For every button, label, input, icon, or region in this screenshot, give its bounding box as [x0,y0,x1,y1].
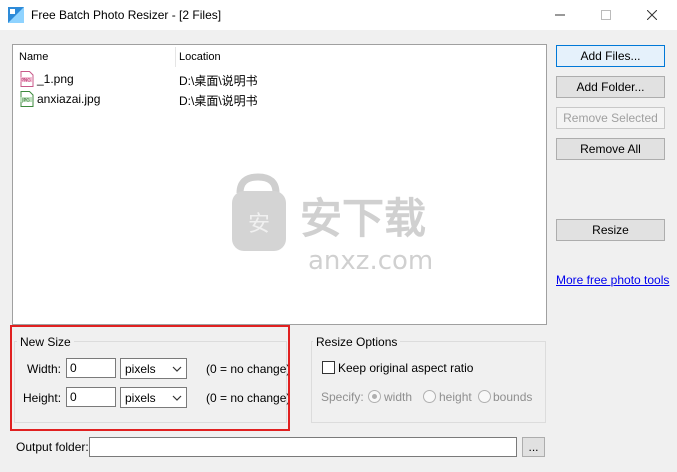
jpg-file-icon: JPG [20,91,34,107]
remove-all-button[interactable]: Remove All [556,138,665,160]
file-row[interactable]: PNG _1.png D:\桌面\说明书 [13,70,546,88]
window-title: Free Batch Photo Resizer - [2 Files] [31,8,222,22]
file-location: D:\桌面\说明书 [179,94,258,108]
resize-options-group [311,341,546,423]
watermark: 安 安下载 anxz.com [232,173,433,276]
close-icon[interactable] [629,0,675,30]
keep-aspect-checkbox[interactable] [322,361,335,374]
specify-height-label[interactable]: height [439,390,472,404]
svg-text:安: 安 [248,212,270,237]
title-bar: Free Batch Photo Resizer - [2 Files] [0,0,677,30]
file-name: _1.png [37,72,74,86]
app-window: Free Batch Photo Resizer - [2 Files] Nam… [0,0,677,472]
specify-bounds-label[interactable]: bounds [493,390,532,404]
svg-text:JPG: JPG [21,97,30,103]
specify-height-radio[interactable] [423,390,436,403]
specify-bounds-radio[interactable] [478,390,491,403]
output-folder-label: Output folder: [16,440,89,454]
add-folder-button[interactable]: Add Folder... [556,76,665,98]
column-header-name[interactable]: Name [19,51,48,63]
file-name: anxiazai.jpg [37,92,101,106]
watermark-brand: 安下载 [300,194,426,243]
shield-lock-icon: 安 [232,173,286,251]
app-icon [8,7,24,23]
file-row[interactable]: JPG anxiazai.jpg D:\桌面\说明书 [13,90,546,108]
list-header: Name Location [13,45,546,69]
watermark-domain: anxz.com [308,246,433,276]
remove-selected-button[interactable]: Remove Selected [556,107,665,129]
resize-button[interactable]: Resize [556,219,665,241]
keep-aspect-label[interactable]: Keep original aspect ratio [338,361,473,375]
png-file-icon: PNG [20,71,34,87]
resize-options-label: Resize Options [313,335,401,349]
specify-label: Specify: [321,390,364,404]
column-header-location[interactable]: Location [179,51,221,63]
output-folder-input[interactable] [89,437,517,457]
minimize-icon[interactable] [537,0,583,30]
file-location: D:\桌面\说明书 [179,74,258,88]
svg-text:PNG: PNG [21,77,31,83]
browse-button[interactable]: ... [522,437,545,457]
specify-width-radio[interactable] [368,390,381,403]
specify-width-label[interactable]: width [384,390,412,404]
highlight-box [10,325,290,431]
more-tools-link[interactable]: More free photo tools [556,273,669,287]
maximize-icon[interactable] [583,0,629,30]
add-files-button[interactable]: Add Files... [556,45,665,67]
column-divider[interactable] [175,47,176,67]
